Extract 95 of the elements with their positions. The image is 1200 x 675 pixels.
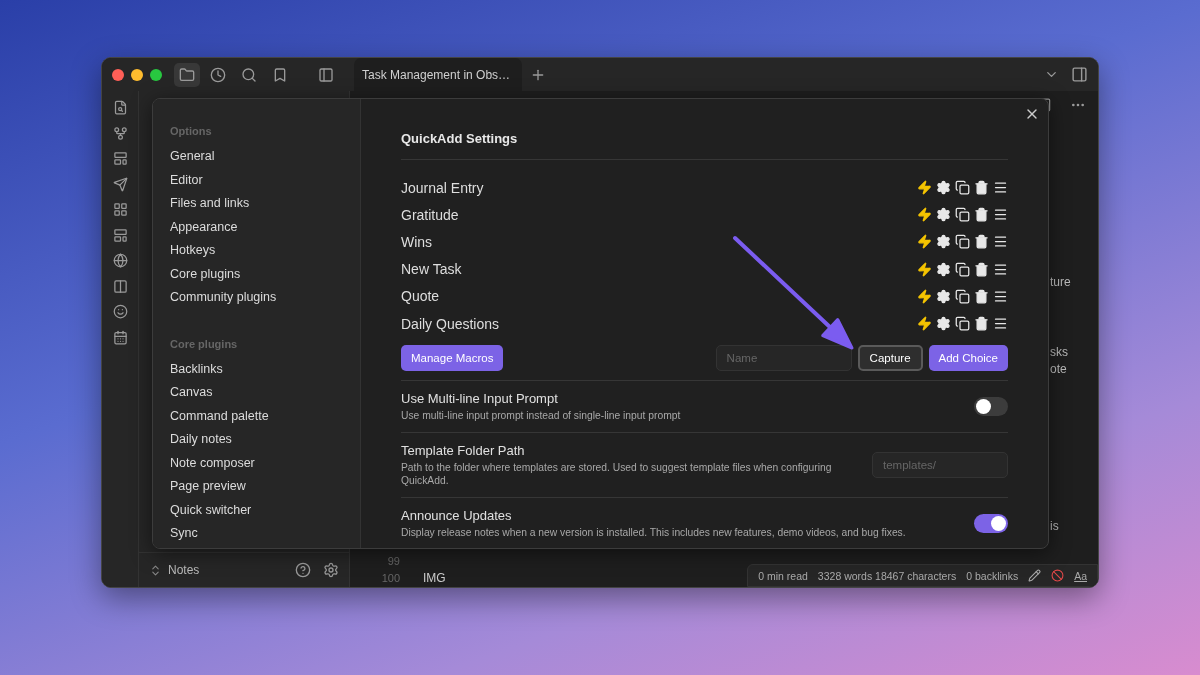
editor-text: IMG	[423, 570, 446, 585]
nav-item[interactable]: General	[163, 145, 350, 169]
section-heading: Core plugins	[169, 337, 239, 352]
nav-item[interactable]: Backlinks	[163, 357, 350, 381]
nav-item[interactable]: Quick switcher	[163, 498, 350, 522]
choice-name: Daily Questions	[401, 315, 500, 332]
trash-icon[interactable]	[974, 288, 989, 304]
copy-icon[interactable]	[955, 261, 970, 277]
graph-icon[interactable]	[112, 125, 128, 141]
lightning-icon[interactable]	[917, 180, 932, 196]
choice-name: Quote	[401, 288, 440, 305]
nav-item[interactable]: Appearance	[163, 215, 350, 239]
line-number: 100	[380, 571, 400, 584]
nav-item[interactable]: Core plugins	[163, 262, 350, 286]
settings-icon[interactable]	[323, 562, 339, 578]
send-icon[interactable]	[112, 176, 128, 192]
pencil-icon[interactable]	[1028, 569, 1042, 582]
editor-text: sks	[1050, 344, 1069, 361]
lightning-icon[interactable]	[917, 316, 932, 332]
nav-item[interactable]: Files and links	[163, 192, 350, 216]
nav-item[interactable]: Canvas	[163, 381, 350, 405]
folder-icon[interactable]	[174, 62, 200, 87]
manage-macros-button[interactable]: Manage Macros	[401, 345, 504, 372]
nav-item[interactable]: Note composer	[163, 451, 350, 475]
document-tab[interactable]: Task Management in Obs…	[354, 58, 522, 91]
choice-type-select[interactable]: Capture	[857, 345, 923, 372]
nav-item[interactable]: Hotkeys	[163, 239, 350, 263]
add-choice-button[interactable]: Add Choice	[928, 345, 1008, 372]
editor-text: is	[1050, 518, 1060, 535]
file-search-icon[interactable]	[112, 100, 128, 115]
toggle-switch[interactable]	[974, 514, 1008, 534]
choice-name: Journal Entry	[401, 179, 484, 196]
minimize-window-icon[interactable]	[131, 68, 143, 81]
setting-title: Announce Updates	[401, 508, 513, 524]
lightning-icon[interactable]	[917, 207, 932, 223]
help-icon[interactable]	[295, 562, 311, 578]
globe-icon[interactable]	[112, 253, 128, 268]
setting-title: Use Multi-line Input Prompt	[401, 391, 559, 407]
chevron-updown-icon[interactable]	[149, 563, 162, 577]
trash-icon[interactable]	[974, 180, 989, 196]
line-number: 99	[386, 554, 400, 567]
folder-path-field[interactable]: templates/	[872, 452, 1008, 479]
choice-name: Gratitude	[401, 206, 459, 223]
menu-icon[interactable]	[993, 316, 1008, 332]
trash-icon[interactable]	[974, 207, 989, 223]
setting-title: Template Folder Path	[401, 443, 526, 459]
board-icon[interactable]	[112, 278, 128, 294]
lightning-icon[interactable]	[917, 288, 932, 304]
zoom-window-icon[interactable]	[150, 68, 162, 81]
nav-item[interactable]: Page preview	[163, 475, 350, 499]
calendar-icon[interactable]	[112, 329, 128, 345]
name-field[interactable]: Name	[715, 345, 852, 372]
nav-item[interactable]: Command palette	[163, 404, 350, 428]
close-window-icon[interactable]	[112, 68, 124, 81]
copy-icon[interactable]	[955, 316, 970, 332]
copy-icon[interactable]	[955, 234, 970, 250]
setting-description: Path to the folder where templates are stored. Used to suggest template files when configuring QuickAdd.	[401, 461, 833, 488]
copy-icon[interactable]	[955, 180, 970, 196]
settings-title: QuickAdd Settings	[401, 131, 1008, 160]
menu-icon[interactable]	[993, 234, 1008, 250]
nav-item[interactable]: Community plugins	[163, 286, 350, 310]
trash-icon[interactable]	[974, 316, 989, 332]
nav-item[interactable]: Editor	[163, 168, 350, 192]
status-text: 3328 words 18467 characters	[817, 569, 957, 582]
copy-icon[interactable]	[955, 288, 970, 304]
nav-item[interactable]: Sync	[163, 522, 350, 546]
nav-item[interactable]: Daily notes	[163, 428, 350, 452]
menu-icon[interactable]	[993, 207, 1008, 223]
layout-icon[interactable]	[112, 151, 128, 166]
editor-text: ture	[1050, 274, 1072, 291]
sidebar-toggle-icon[interactable]	[318, 66, 334, 83]
vault-name[interactable]: Notes	[168, 563, 289, 577]
copy-icon[interactable]	[955, 207, 970, 223]
section-heading: Options	[169, 125, 213, 139]
status-text: 0 min read	[758, 569, 808, 582]
blocked-icon[interactable]	[1051, 569, 1065, 582]
setting-description: Display release notes when a new version is installed. This includes new features, demo videos, and bug fixes.	[401, 526, 906, 540]
menu-icon[interactable]	[993, 288, 1008, 304]
menu-icon[interactable]	[993, 180, 1008, 196]
status-text: 0 backlinks	[966, 569, 1019, 582]
font-button[interactable]: Aa	[1074, 569, 1087, 582]
menu-icon[interactable]	[993, 261, 1008, 277]
choice-name: New Task	[401, 261, 462, 278]
smile-icon[interactable]	[112, 304, 128, 319]
lightning-icon[interactable]	[917, 261, 932, 277]
setting-description: Use multi-line input prompt instead of single-line input prompt	[401, 409, 681, 423]
sidebar-toggle-icon[interactable]	[1071, 66, 1088, 83]
lightning-icon[interactable]	[917, 234, 932, 250]
grid-icon[interactable]	[112, 202, 128, 217]
trash-icon[interactable]	[974, 261, 989, 277]
trash-icon[interactable]	[974, 234, 989, 250]
editor-text: ote	[1050, 361, 1068, 378]
toggle-switch[interactable]	[974, 397, 1008, 417]
layout-icon[interactable]	[112, 227, 128, 243]
choice-name: Wins	[401, 233, 433, 250]
